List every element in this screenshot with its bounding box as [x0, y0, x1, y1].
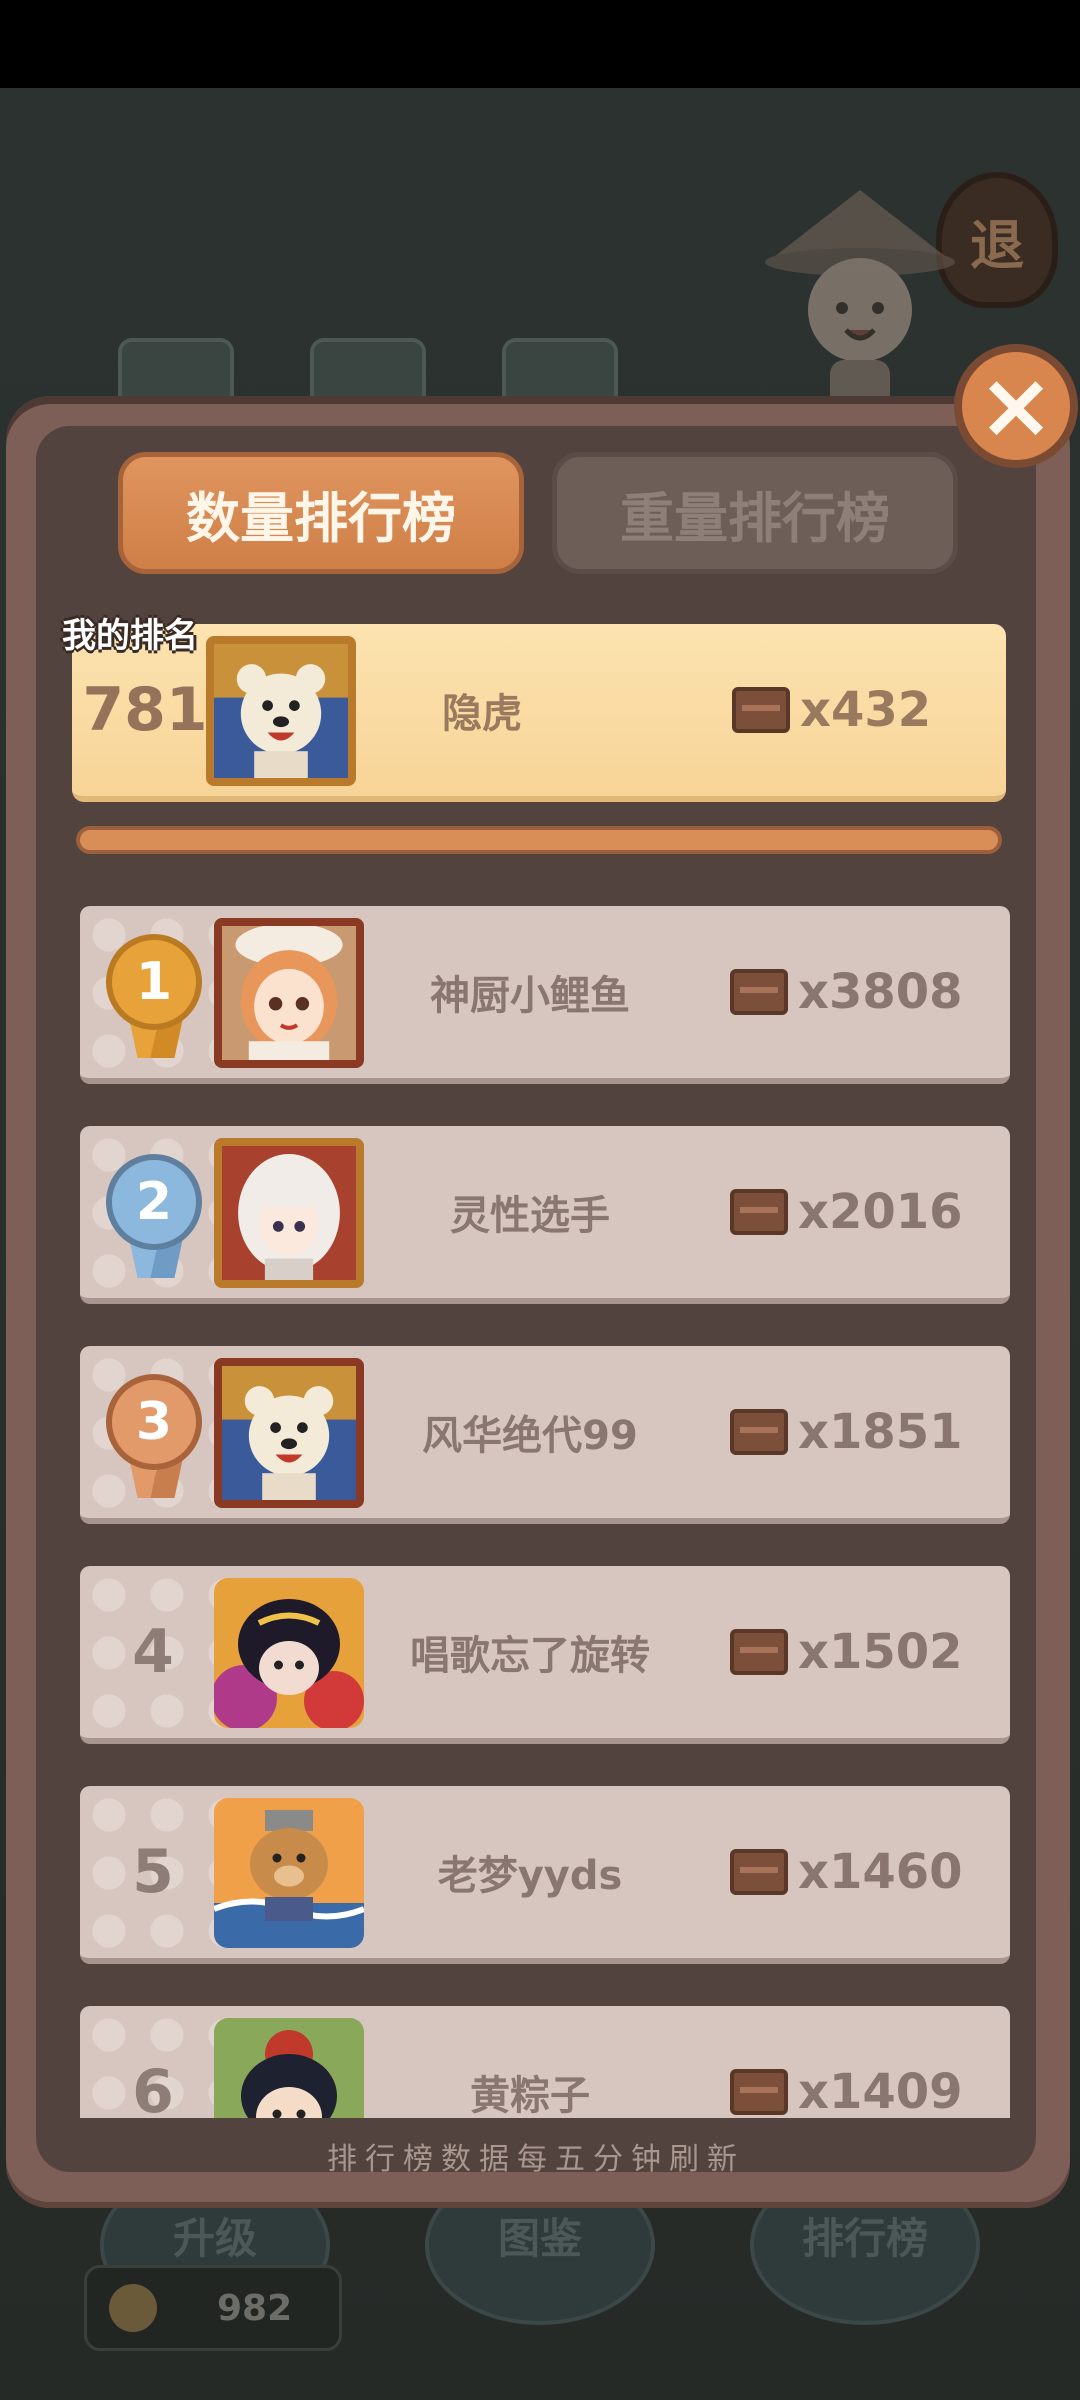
background-slots: [118, 338, 618, 402]
my-rank-label: 我的排名: [62, 616, 198, 656]
refresh-note: 排行榜数据每五分钟刷新: [327, 2142, 745, 2177]
chest-icon: [732, 687, 790, 733]
coin-counter: 982: [84, 2265, 342, 2351]
coin-icon: [109, 2284, 157, 2332]
black-hair-boy-avatar[interactable]: [214, 2018, 364, 2118]
player-score: x1460: [730, 1786, 963, 1958]
list-item[interactable]: 1 神厨小鲤鱼 x3808: [80, 906, 1010, 1084]
gold-medal-icon: 1: [106, 934, 206, 1060]
player-name: 灵性选手: [450, 1193, 610, 1239]
mascot-character-icon: [765, 190, 955, 415]
player-score: x1851: [730, 1346, 963, 1518]
chef-girl-avatar[interactable]: [214, 918, 364, 1068]
player-score: x3808: [730, 906, 963, 1078]
bronze-medal-icon: 3: [106, 1374, 206, 1500]
close-icon: ×: [977, 352, 1055, 459]
player-name: 风华绝代99: [422, 1413, 638, 1459]
white-hair-girl-avatar[interactable]: [214, 1138, 364, 1288]
player-score: x1502: [730, 1566, 963, 1738]
chest-icon: [730, 969, 788, 1015]
chest-icon: [730, 2069, 788, 2115]
chest-icon: [730, 1849, 788, 1895]
my-rank-score: x432: [732, 624, 931, 796]
bear-sailor-avatar[interactable]: [214, 1798, 364, 1948]
chest-icon: [730, 1189, 788, 1235]
player-name: 老梦yyds: [437, 1853, 623, 1899]
section-divider: [76, 826, 1002, 854]
rank-number: 4: [132, 1617, 174, 1687]
chest-icon: [730, 1409, 788, 1455]
list-item[interactable]: 3 风华绝代99 x1851: [80, 1346, 1010, 1524]
status-bar: [0, 0, 1080, 88]
rank-number: 6: [132, 2057, 174, 2118]
player-name: 唱歌忘了旋转: [410, 1633, 650, 1679]
polar-bear-avatar[interactable]: [214, 1358, 364, 1508]
tab-weight-ranking[interactable]: 重量排行榜: [552, 452, 958, 574]
tab-quantity-ranking[interactable]: 数量排行榜: [118, 452, 524, 574]
coin-amount: 982: [217, 2287, 293, 2329]
player-score: x1409: [730, 2006, 963, 2118]
close-button[interactable]: ×: [954, 344, 1078, 468]
my-rank-name: 隐虎: [442, 691, 522, 737]
player-name: 神厨小鲤鱼: [430, 973, 630, 1019]
chest-icon: [730, 1629, 788, 1675]
list-item[interactable]: 4 唱歌忘了旋转 x1502: [80, 1566, 1010, 1744]
leaderboard-list[interactable]: 1 神厨小鲤鱼 x3808 2 灵性选手 x2016 3 风华绝代99 x185…: [80, 906, 1010, 2118]
list-item[interactable]: 5 老梦yyds x1460: [80, 1786, 1010, 1964]
silver-medal-icon: 2: [106, 1154, 206, 1280]
player-name: 黄粽子: [470, 2073, 590, 2118]
rank-number: 5: [132, 1837, 174, 1907]
player-score: x2016: [730, 1126, 963, 1298]
list-item[interactable]: 6 黄粽子 x1409: [80, 2006, 1010, 2118]
my-rank-row: 781 隐虎 x432: [72, 624, 1006, 802]
list-item[interactable]: 2 灵性选手 x2016: [80, 1126, 1010, 1304]
dragon-warrior-avatar[interactable]: [214, 1578, 364, 1728]
